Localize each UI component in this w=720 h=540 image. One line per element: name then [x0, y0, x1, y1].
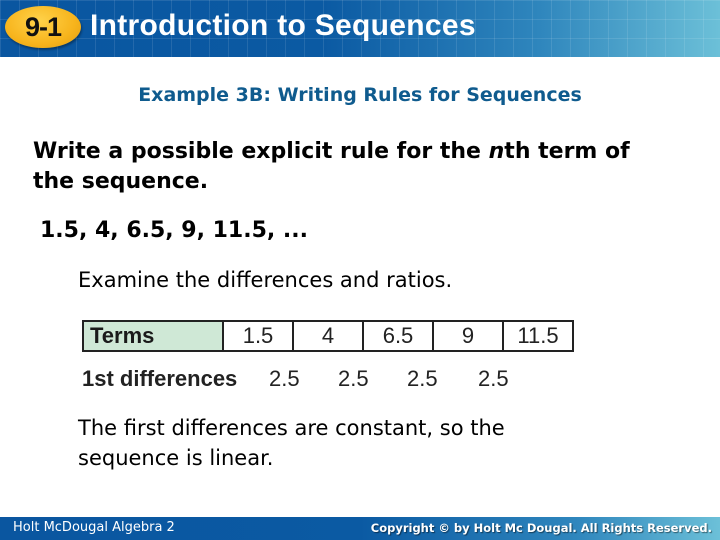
- differences-label: 1st differences: [82, 366, 238, 391]
- problem-prompt: Write a possible explicit rule for the n…: [33, 137, 673, 197]
- copyright-notice: Copyright © by Holt Mc Dougal. All Right…: [370, 521, 712, 535]
- footer-bar: Holt McDougal Algebra 2 Copyright © by H…: [0, 517, 720, 540]
- lesson-badge: 9-1: [5, 6, 81, 48]
- terms-table: Terms 1.5 4 6.5 9 11.5: [82, 320, 574, 352]
- sequence-terms: 1.5, 4, 6.5, 9, 11.5, ...: [40, 218, 308, 243]
- example-title: Example 3B: Writing Rules for Sequences: [138, 84, 582, 106]
- header-bar: 9-1 Introduction to Sequences: [0, 0, 720, 57]
- conclusion-text: The first differences are constant, so t…: [78, 416, 505, 470]
- terms-row: Terms 1.5 4 6.5 9 11.5: [82, 320, 574, 352]
- lesson-title: Introduction to Sequences: [90, 9, 476, 42]
- difference-value: 2.5: [338, 366, 369, 391]
- term-cell: 1.5: [222, 320, 294, 352]
- prompt-text-start: Write a possible explicit rule for the: [33, 139, 489, 164]
- term-cell: 4: [292, 320, 364, 352]
- terms-label: Terms: [82, 320, 224, 352]
- term-cell: 9: [432, 320, 504, 352]
- term-cell: 6.5: [362, 320, 434, 352]
- term-cell: 11.5: [502, 320, 574, 352]
- prompt-variable-n: n: [488, 139, 505, 164]
- lesson-number: 9-1: [24, 11, 62, 42]
- examine-instruction: Examine the differences and ratios.: [78, 268, 453, 292]
- difference-value: 2.5: [407, 366, 438, 391]
- difference-value: 2.5: [269, 366, 300, 391]
- difference-value: 2.5: [478, 366, 509, 391]
- textbook-name: Holt McDougal Algebra 2: [13, 520, 175, 535]
